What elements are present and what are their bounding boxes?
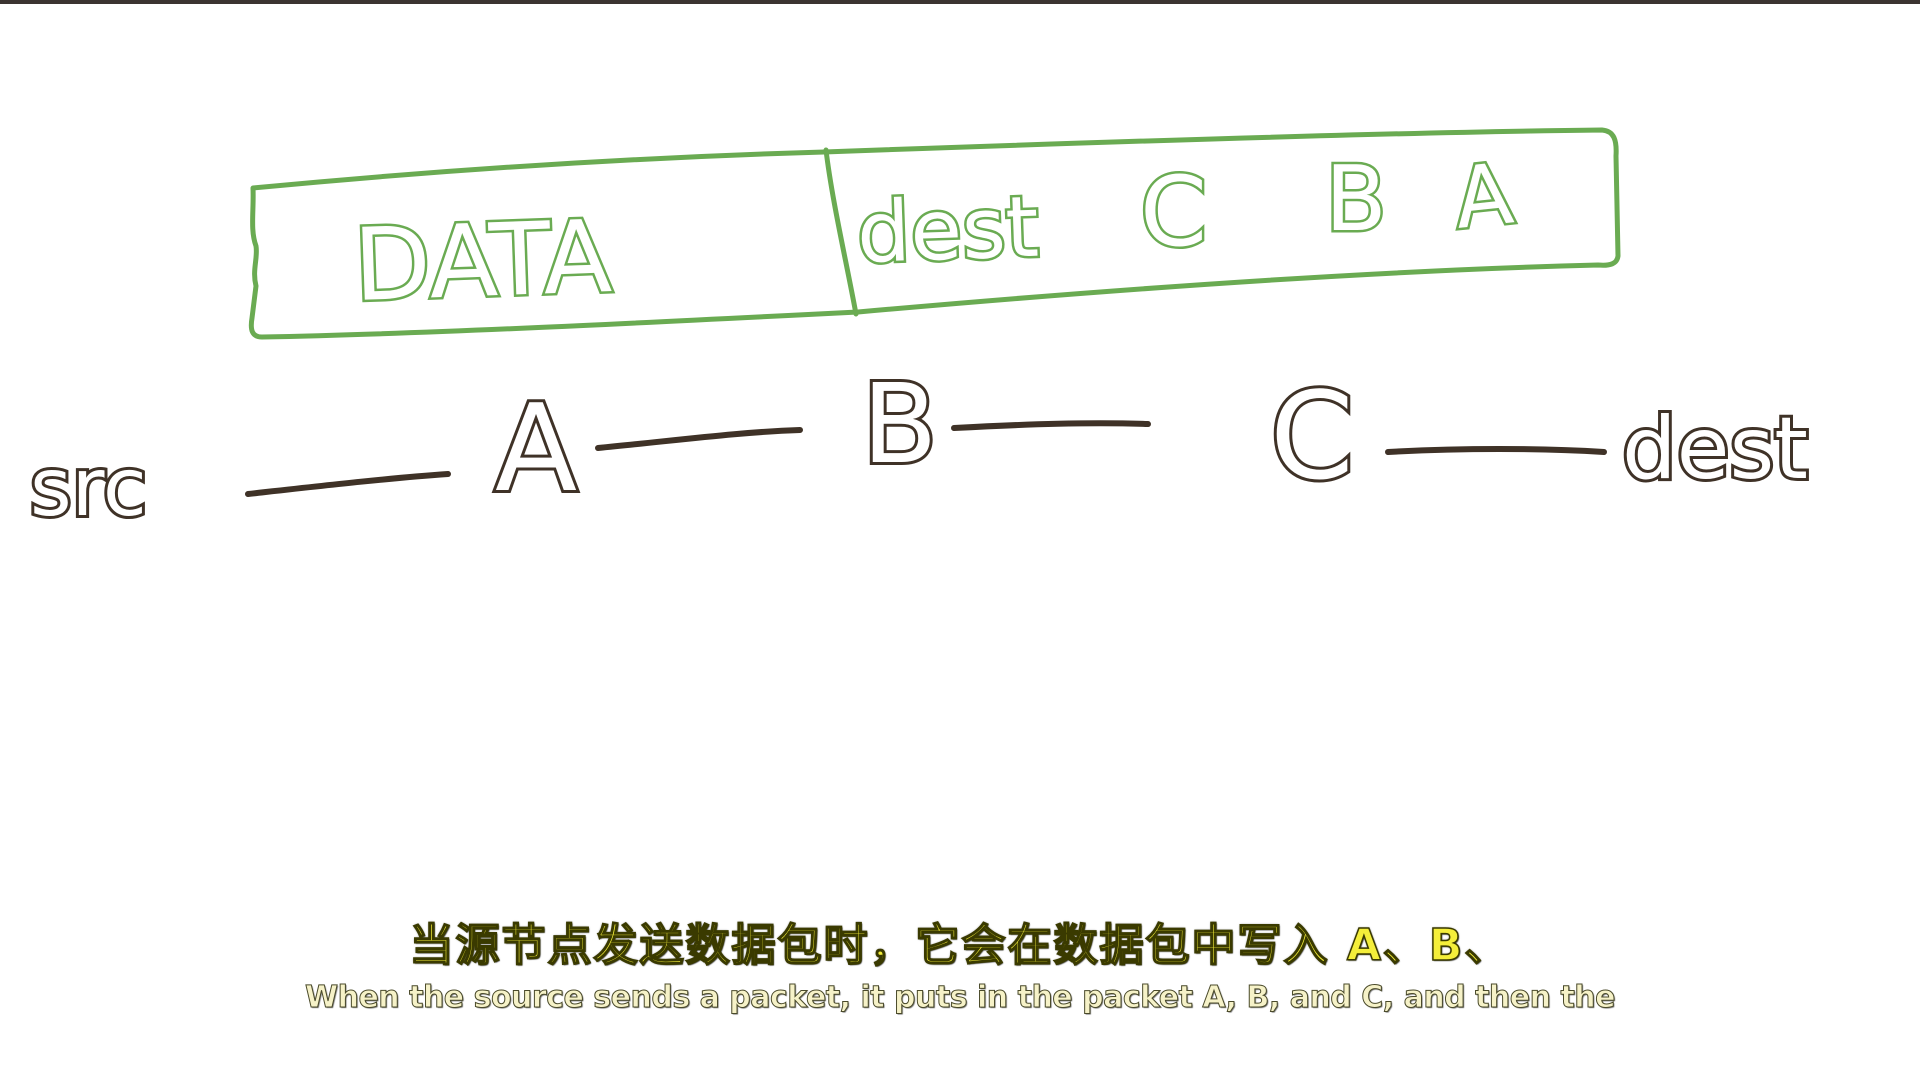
packet-labels: DATA dest C B A bbox=[349, 142, 1519, 327]
node-a: A bbox=[495, 380, 577, 519]
packet-c-label: C bbox=[1140, 156, 1207, 268]
node-c: C bbox=[1270, 368, 1354, 507]
node-dest: dest bbox=[1622, 399, 1808, 499]
packet-dest-label: dest bbox=[855, 178, 1040, 282]
subtitles: 当源节点发送数据包时，它会在数据包中写入 A、B、 When the sourc… bbox=[0, 915, 1920, 1019]
link-src-a bbox=[245, 471, 451, 497]
packet-a-label: A bbox=[1450, 144, 1517, 247]
packet-data-label: DATA bbox=[352, 198, 614, 324]
link-c-dest bbox=[1385, 446, 1607, 455]
node-src: src bbox=[30, 441, 147, 534]
subtitle-english: When the source sends a packet, it puts … bbox=[305, 980, 1617, 1016]
node-b: B bbox=[862, 360, 937, 488]
link-a-b bbox=[595, 427, 803, 451]
subtitle-chinese: 当源节点发送数据包时，它会在数据包中写入 A、B、 bbox=[409, 919, 1511, 972]
packet-divider bbox=[823, 147, 859, 317]
packet-b-label: B bbox=[1325, 147, 1387, 252]
link-b-c bbox=[951, 420, 1151, 431]
network-path: src A B C dest bbox=[27, 357, 1811, 537]
video-frame: DATA dest C B A src A B C dest 当源节点发送数据包… bbox=[0, 0, 1920, 1080]
